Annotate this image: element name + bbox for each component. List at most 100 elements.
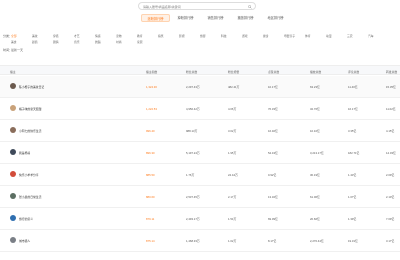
- column-header[interactable]: 粉丝总数: [186, 70, 197, 74]
- fans-increase: 4.06万: [228, 106, 237, 111]
- column-header[interactable]: 播主指数: [146, 70, 157, 74]
- column-header[interactable]: 转发总数: [386, 70, 397, 74]
- fans-increase: 2.17万: [228, 194, 237, 199]
- creator-name[interactable]: 我是杨哥: [19, 151, 30, 155]
- plays-total: 30.19亿: [310, 172, 320, 177]
- creator-name[interactable]: 旅行的意义: [19, 217, 33, 221]
- creator-score: 880.60: [146, 194, 155, 199]
- table-row[interactable]: 旅行的意义 879.11 2,493.17万 1.54万 69.09亿 20.6…: [0, 208, 400, 230]
- search-input[interactable]: [143, 4, 243, 9]
- category-option[interactable]: 颜值: [32, 40, 53, 44]
- creator-score: 1,324.30: [146, 84, 157, 89]
- fans-total: 4,956.42万: [186, 106, 200, 111]
- category-option[interactable]: 影视: [179, 34, 200, 38]
- category-option[interactable]: 教育: [137, 34, 158, 38]
- fans-increase: 3.02万: [228, 128, 237, 133]
- category-option[interactable]: 旅游: [200, 34, 221, 38]
- fans-total: 5,197.24万: [186, 150, 200, 155]
- creator-score: 996.40: [146, 128, 155, 133]
- comments-total: 1.07亿: [348, 194, 357, 199]
- category-option[interactable]: 美食: [11, 40, 32, 44]
- plays-total: 63.23亿: [310, 84, 320, 89]
- search-box[interactable]: [138, 2, 256, 10]
- fans-increase: 1.95万: [228, 150, 237, 155]
- fans-total: 988.13万: [186, 128, 198, 133]
- category-option[interactable]: 音乐: [74, 40, 95, 44]
- time-filter-value[interactable]: 最新一天: [11, 48, 23, 52]
- tab-plays[interactable]: 播放排行榜: [231, 14, 260, 22]
- creator-name[interactable]: 陈小橙子的美妆日记: [19, 85, 44, 89]
- likes-total: 76.33亿: [268, 106, 278, 111]
- table-header: 播主 播主指数 粉丝总数 粉丝增量 点赞总数 播放总数 评论总数 转发总数: [0, 65, 400, 75]
- fans-total: 2,297.43万: [186, 84, 200, 89]
- fans-increase: 482.41万: [228, 84, 240, 89]
- search-icon[interactable]: [248, 4, 252, 9]
- avatar: [10, 171, 16, 177]
- table-row[interactable]: 我是杨哥 896.30 5,197.24万 1.95万 54.43亿 3,213…: [0, 142, 400, 164]
- plays-total: 20.66亿: [310, 216, 320, 221]
- category-option[interactable]: 宠物: [116, 34, 137, 38]
- shares-total: 2.10亿: [386, 194, 395, 199]
- likes-total: 54.43亿: [268, 150, 278, 155]
- table-row[interactable]: 快乐小羊羊分享 885.50 1.76万 24.44万 0.92亿 30.19亿…: [0, 164, 400, 186]
- category-option[interactable]: 舞蹈: [95, 40, 116, 44]
- likes-total: 69.09亿: [268, 216, 278, 221]
- category-option[interactable]: 搞笑: [158, 34, 179, 38]
- category-option[interactable]: 体育: [305, 34, 326, 38]
- column-header[interactable]: 播放总数: [310, 70, 321, 74]
- comments-total: 1.39亿: [348, 216, 357, 221]
- table-row[interactable]: 张小晨的日常生活 880.60 2,537.45万 2.17万 13.32亿 6…: [0, 186, 400, 208]
- creator-name[interactable]: 橘子味的夏天很甜: [19, 107, 41, 111]
- plays-total: 32.76亿: [310, 106, 320, 111]
- comments-total: 19.31亿: [348, 238, 358, 243]
- likes-total: 10.17亿: [268, 84, 278, 89]
- category-option[interactable]: 动漫: [326, 34, 347, 38]
- category-option[interactable]: 游戏: [242, 34, 263, 38]
- category-option[interactable]: 三农: [347, 34, 368, 38]
- category-option[interactable]: 全部: [11, 34, 32, 38]
- plays-total: 3,213.17亿: [310, 150, 324, 155]
- creator-score: 885.50: [146, 172, 155, 177]
- category-option[interactable]: 母婴亲子: [284, 34, 305, 38]
- column-header[interactable]: 点赞总数: [268, 70, 279, 74]
- tab-region[interactable]: 地区排行榜: [261, 14, 290, 22]
- creator-name[interactable]: 张小晨的日常生活: [19, 195, 41, 199]
- category-option[interactable]: 美妆: [32, 34, 53, 38]
- column-header: 播主: [10, 69, 16, 74]
- column-header[interactable]: 粉丝增量: [228, 70, 239, 74]
- creator-name[interactable]: 快乐小羊羊分享: [19, 173, 39, 177]
- shares-total: 7.09亿: [386, 216, 395, 221]
- category-option[interactable]: 才艺: [74, 34, 95, 38]
- tab-sales[interactable]: 销售排行榜: [201, 14, 230, 22]
- creator-name[interactable]: 城市猎人: [19, 239, 30, 243]
- table-row[interactable]: 陈小橙子的美妆日记 1,324.30 2,297.43万 482.41万 10.…: [0, 76, 400, 98]
- comments-total: 11.40亿: [348, 84, 358, 89]
- table-row[interactable]: 小阿七的快乐生活 996.40 988.13万 3.02万 16.40亿 10.…: [0, 120, 400, 142]
- avatar: [10, 237, 16, 243]
- likes-total: 8.17亿: [268, 238, 277, 243]
- category-option[interactable]: 家居: [137, 40, 158, 44]
- creator-score: 896.30: [146, 150, 155, 155]
- category-option[interactable]: 时尚: [116, 40, 137, 44]
- table-row[interactable]: 橘子味的夏天很甜 1,222.53 4,956.42万 4.06万 76.33亿…: [0, 98, 400, 120]
- category-option[interactable]: 剧情: [53, 40, 74, 44]
- ranking-tabs: 涨粉排行榜 掉粉排行榜 销售排行榜 播放排行榜 地区排行榜: [141, 14, 291, 23]
- category-option[interactable]: 情感: [95, 34, 116, 38]
- avatar: [10, 105, 16, 111]
- table-row[interactable]: 城市猎人 875.14 1,468.33万 1.02万 8.17亿 2,270.…: [0, 230, 400, 252]
- fans-total: 2,537.45万: [186, 194, 200, 199]
- fans-total: 1.76万: [186, 172, 195, 177]
- fans-increase: 1.02万: [228, 238, 237, 243]
- category-option[interactable]: 健身: [263, 34, 284, 38]
- tab-fans-loss[interactable]: 掉粉排行榜: [171, 14, 200, 22]
- tab-fans-growth[interactable]: 涨粉排行榜: [141, 14, 170, 22]
- shares-total: 15.35亿: [386, 84, 396, 89]
- column-header[interactable]: 评论总数: [348, 70, 359, 74]
- likes-total: 16.40亿: [268, 128, 278, 133]
- category-option[interactable]: 汽车: [368, 34, 389, 38]
- shares-total: 3.17亿: [386, 238, 395, 243]
- creator-name[interactable]: 小阿七的快乐生活: [19, 129, 41, 133]
- category-option[interactable]: 科技: [221, 34, 242, 38]
- category-option[interactable]: 穿搭: [53, 34, 74, 38]
- category-filter-row-1: 全部 美妆 穿搭 才艺 情感 宠物 教育 搞笑 影视 旅游 科技 游戏 健身 母…: [11, 34, 389, 38]
